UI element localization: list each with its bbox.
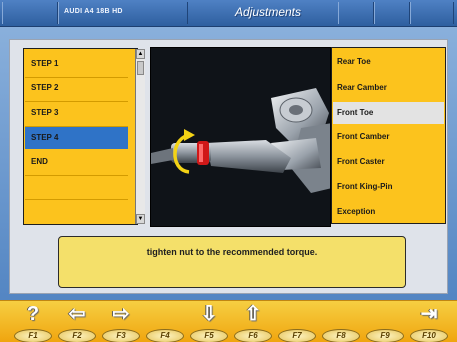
tie-rod-image: [151, 48, 330, 226]
check-item[interactable]: Front Camber: [333, 126, 444, 148]
step-item[interactable]: STEP 2: [25, 77, 128, 99]
f3-label: F3: [102, 329, 140, 342]
arrow-left-icon: ⇦: [68, 303, 86, 325]
f1-help-button[interactable]: ? F1: [12, 301, 54, 342]
step-item[interactable]: STEP 3: [25, 102, 128, 124]
check-item[interactable]: Front King-Pin: [333, 176, 444, 198]
f6-list-up-button[interactable]: ⇧ F6: [232, 301, 274, 342]
list-down-icon: ⇩: [200, 303, 218, 325]
f5-list-down-button[interactable]: ⇩ F5: [188, 301, 230, 342]
function-key-bar: ? F1 ⇦ F2 ⇨ F3 F4 ⇩ F5 ⇧ F6 F7 F8 F9 ⇥ F…: [0, 300, 457, 342]
step-list: STEP 1 STEP 2 STEP 3 STEP 4 END: [23, 48, 138, 225]
check-item[interactable]: Front Caster: [333, 151, 444, 173]
step-item[interactable]: END: [25, 151, 128, 173]
f7-label: F7: [278, 329, 316, 342]
f2-label: F2: [58, 329, 96, 342]
step-item-selected[interactable]: STEP 4: [25, 127, 128, 149]
vehicle-label: AUDI A4 18B HD: [64, 8, 123, 15]
title-segment: [410, 2, 454, 24]
check-item[interactable]: Exception: [333, 201, 444, 223]
f5-label: F5: [190, 329, 228, 342]
f9-button[interactable]: F9: [364, 301, 406, 342]
help-icon: ?: [26, 303, 40, 325]
f10-exit-button[interactable]: ⇥ F10: [408, 301, 450, 342]
instruction-box: tighten nut to the recommended torque.: [58, 236, 406, 288]
f8-button[interactable]: F8: [320, 301, 362, 342]
scroll-thumb[interactable]: [137, 61, 144, 75]
check-list: Rear Toe Rear Camber Front Toe Front Cam…: [331, 47, 446, 224]
f6-label: F6: [234, 329, 272, 342]
step-scrollbar[interactable]: ▲ ▼: [135, 49, 145, 224]
check-item[interactable]: Rear Camber: [333, 77, 444, 99]
f2-back-button[interactable]: ⇦ F2: [56, 301, 98, 342]
check-item-selected[interactable]: Front Toe: [333, 102, 444, 124]
scroll-down-icon[interactable]: ▼: [136, 214, 145, 224]
f1-label: F1: [14, 329, 52, 342]
title-segment: [2, 2, 58, 24]
title-segment: [338, 2, 374, 24]
f8-label: F8: [322, 329, 360, 342]
title-segment: [374, 2, 410, 24]
title-bar: AUDI A4 18B HD Adjustments: [0, 0, 457, 27]
exit-icon: ⇥: [420, 303, 438, 325]
instruction-text: tighten nut to the recommended torque.: [146, 247, 318, 257]
check-item[interactable]: Rear Toe: [333, 51, 444, 73]
f3-forward-button[interactable]: ⇨ F3: [100, 301, 142, 342]
f4-button[interactable]: F4: [144, 301, 186, 342]
f10-label: F10: [410, 329, 448, 342]
divider: [25, 199, 128, 200]
f4-label: F4: [146, 329, 184, 342]
step-item[interactable]: STEP 1: [25, 53, 128, 75]
arrow-right-icon: ⇨: [112, 303, 130, 325]
f7-button[interactable]: F7: [276, 301, 318, 342]
list-up-icon: ⇧: [244, 303, 262, 325]
f9-label: F9: [366, 329, 404, 342]
adjustment-illustration: [150, 47, 331, 227]
scroll-up-icon[interactable]: ▲: [136, 49, 145, 59]
divider: [25, 175, 128, 176]
window-title: Adjustments: [234, 5, 302, 19]
